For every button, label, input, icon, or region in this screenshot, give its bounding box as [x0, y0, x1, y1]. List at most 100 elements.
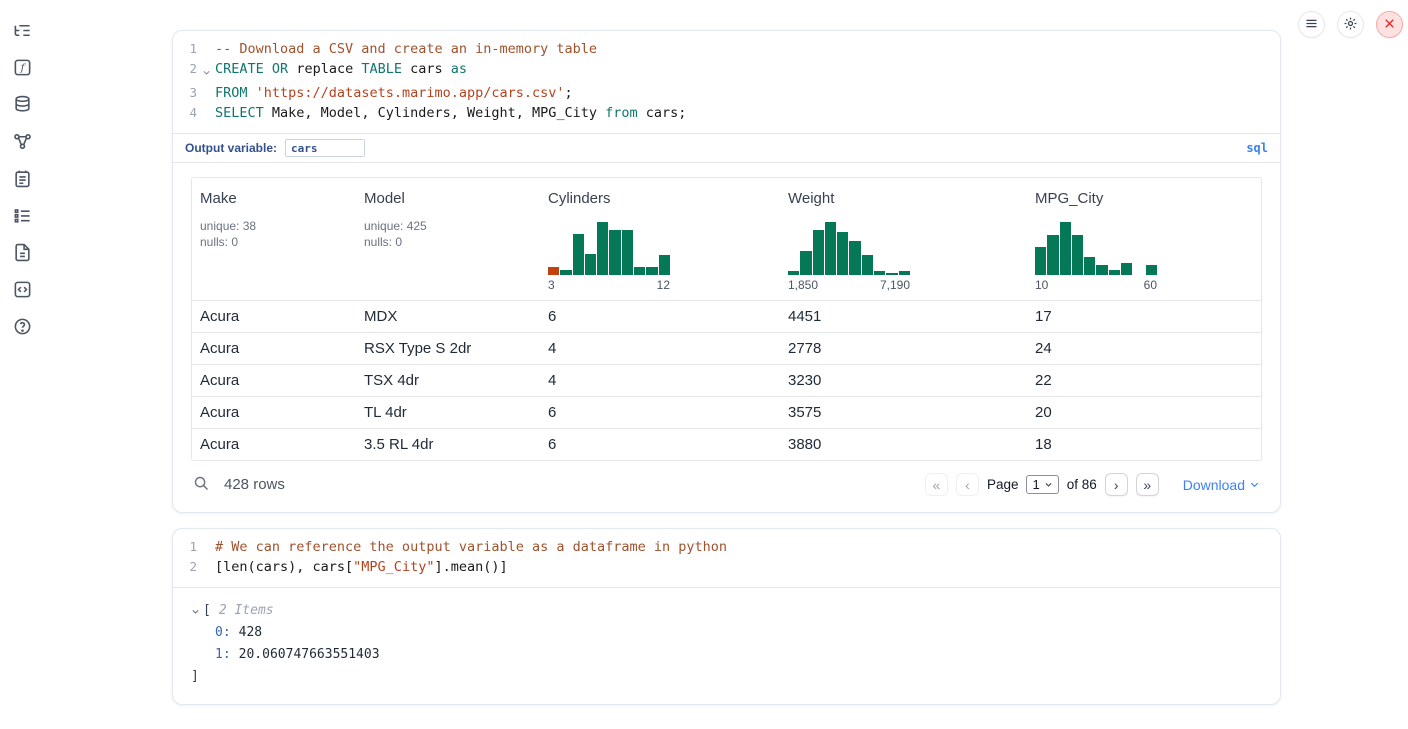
hamburger-icon	[1304, 16, 1319, 34]
histogram-bar[interactable]	[548, 267, 559, 275]
histogram-bar[interactable]	[837, 232, 848, 275]
histogram-bar[interactable]	[634, 267, 645, 275]
histogram-bar[interactable]	[849, 241, 860, 275]
histogram-bar[interactable]	[573, 234, 584, 275]
column-histogram[interactable]: 1060	[1035, 222, 1157, 292]
sidebar-button-logs[interactable]	[12, 207, 32, 227]
sidebar-button-dependency-graph[interactable]	[12, 133, 32, 153]
histogram-bar[interactable]	[560, 270, 571, 275]
code-line[interactable]: 2[len(cars), cars["MPG_City"].mean()]	[173, 557, 1280, 577]
histogram-bar[interactable]	[1084, 257, 1095, 275]
column-histogram[interactable]: 312	[548, 222, 670, 292]
column-header[interactable]: Makeunique: 38nulls: 0	[192, 178, 356, 300]
previous-page-button[interactable]: ‹	[956, 473, 979, 496]
python-code-editor[interactable]: 1# We can reference the output variable …	[173, 529, 1280, 587]
open-bracket: [	[203, 600, 211, 622]
sidebar-button-documentation[interactable]	[12, 244, 32, 264]
language-tag: sql	[1246, 141, 1268, 155]
sql-code-editor[interactable]: 1-- Download a CSV and create an in-memo…	[173, 31, 1280, 133]
table-cell: Acura	[192, 301, 356, 332]
table-row[interactable]: AcuraMDX6445117	[192, 300, 1261, 332]
page-select[interactable]: 1	[1026, 475, 1058, 494]
sidebar-button-datasources[interactable]	[12, 96, 32, 116]
column-stat: nulls: 0	[200, 234, 348, 250]
file-tree-icon	[13, 21, 32, 43]
chevron-down-icon	[1249, 477, 1260, 493]
sidebar-button-file-tree[interactable]	[12, 22, 32, 42]
histogram-bar[interactable]	[1121, 263, 1132, 275]
column-header[interactable]: Weight1,8507,190	[780, 178, 1027, 300]
histogram-bar[interactable]	[886, 273, 897, 275]
sidebar-button-snippets[interactable]	[12, 281, 32, 301]
histogram-bar[interactable]	[585, 254, 596, 275]
code-line[interactable]: 1-- Download a CSV and create an in-memo…	[173, 39, 1280, 59]
code-line[interactable]: 3FROM 'https://datasets.marimo.app/cars.…	[173, 83, 1280, 103]
collapse-chevron-icon[interactable]	[191, 607, 203, 616]
sidebar-button-scratchpad[interactable]	[12, 170, 32, 190]
sidebar-button-help[interactable]	[12, 318, 32, 338]
column-label: MPG_City	[1035, 190, 1253, 207]
gutter-spacer	[197, 103, 215, 123]
histogram-bar[interactable]	[1035, 247, 1046, 275]
item-value: 20.060747663551403	[239, 647, 380, 662]
code-line[interactable]: 2CREATE OR replace TABLE cars as	[173, 59, 1280, 83]
histogram-bar[interactable]	[646, 267, 657, 275]
menu-button[interactable]	[1298, 11, 1325, 38]
column-header[interactable]: Cylinders312	[540, 178, 780, 300]
table-cell: Acura	[192, 429, 356, 460]
histogram-bar[interactable]	[609, 230, 620, 275]
table-cell: 6	[540, 397, 780, 428]
settings-button[interactable]	[1337, 11, 1364, 38]
column-header[interactable]: Modelunique: 425nulls: 0	[356, 178, 540, 300]
histogram-bar[interactable]	[1060, 222, 1071, 275]
last-page-button[interactable]: »	[1136, 473, 1159, 496]
histogram-bar[interactable]	[1072, 235, 1083, 275]
histogram-bar[interactable]	[899, 271, 910, 275]
table-row[interactable]: AcuraTSX 4dr4323022	[192, 364, 1261, 396]
histogram-bar[interactable]	[874, 271, 885, 275]
histogram-bar[interactable]	[1146, 265, 1157, 275]
column-header[interactable]: MPG_City 1060	[1027, 178, 1261, 300]
histogram-bar[interactable]	[825, 222, 836, 275]
histogram-bar[interactable]	[1109, 270, 1120, 275]
first-page-button[interactable]: «	[925, 473, 948, 496]
histogram-axis: 312	[548, 278, 670, 292]
next-page-button[interactable]: ›	[1105, 473, 1128, 496]
output-variable-input[interactable]	[285, 139, 365, 157]
code-line[interactable]: 4SELECT Make, Model, Cylinders, Weight, …	[173, 103, 1280, 123]
fold-chevron-icon[interactable]	[197, 59, 215, 83]
table-cell: 22	[1027, 365, 1261, 396]
histogram-bar[interactable]	[1047, 235, 1058, 275]
histogram-bar[interactable]	[659, 255, 670, 275]
sidebar-button-function[interactable]: f	[12, 59, 32, 79]
column-stat: unique: 38	[200, 218, 348, 234]
code-text: [len(cars), cars["MPG_City"].mean()]	[215, 557, 508, 577]
code-line[interactable]: 1# We can reference the output variable …	[173, 537, 1280, 557]
axis-min-label: 1,850	[788, 278, 818, 292]
histogram-bar[interactable]	[788, 271, 799, 275]
search-button[interactable]	[193, 475, 210, 495]
table-row[interactable]: AcuraRSX Type S 2dr4277824	[192, 332, 1261, 364]
histogram-bar[interactable]	[597, 222, 608, 275]
column-histogram[interactable]: 1,8507,190	[788, 222, 910, 292]
histogram-bar[interactable]	[862, 255, 873, 275]
chevrons-right-icon: »	[1143, 478, 1151, 492]
histogram-axis: 1060	[1035, 278, 1157, 292]
axis-min-label: 10	[1035, 278, 1048, 292]
table-cell: Acura	[192, 397, 356, 428]
histogram-bar[interactable]	[800, 251, 811, 275]
shutdown-button[interactable]	[1376, 11, 1403, 38]
output-variable-row: Output variable: sql	[173, 133, 1280, 162]
line-number: 1	[173, 537, 197, 557]
histogram-bar[interactable]	[1096, 265, 1107, 275]
histogram-bar[interactable]	[622, 230, 633, 275]
output-tree-item: 0:428	[191, 622, 1262, 644]
table-row[interactable]: AcuraTL 4dr6357520	[192, 396, 1261, 428]
gear-icon	[1343, 16, 1358, 34]
gutter-spacer	[197, 83, 215, 103]
gutter-spacer	[197, 537, 215, 557]
histogram-bar[interactable]	[813, 230, 824, 275]
gutter-spacer	[197, 557, 215, 577]
table-row[interactable]: Acura3.5 RL 4dr6388018	[192, 428, 1261, 460]
download-button[interactable]: Download	[1183, 477, 1260, 493]
